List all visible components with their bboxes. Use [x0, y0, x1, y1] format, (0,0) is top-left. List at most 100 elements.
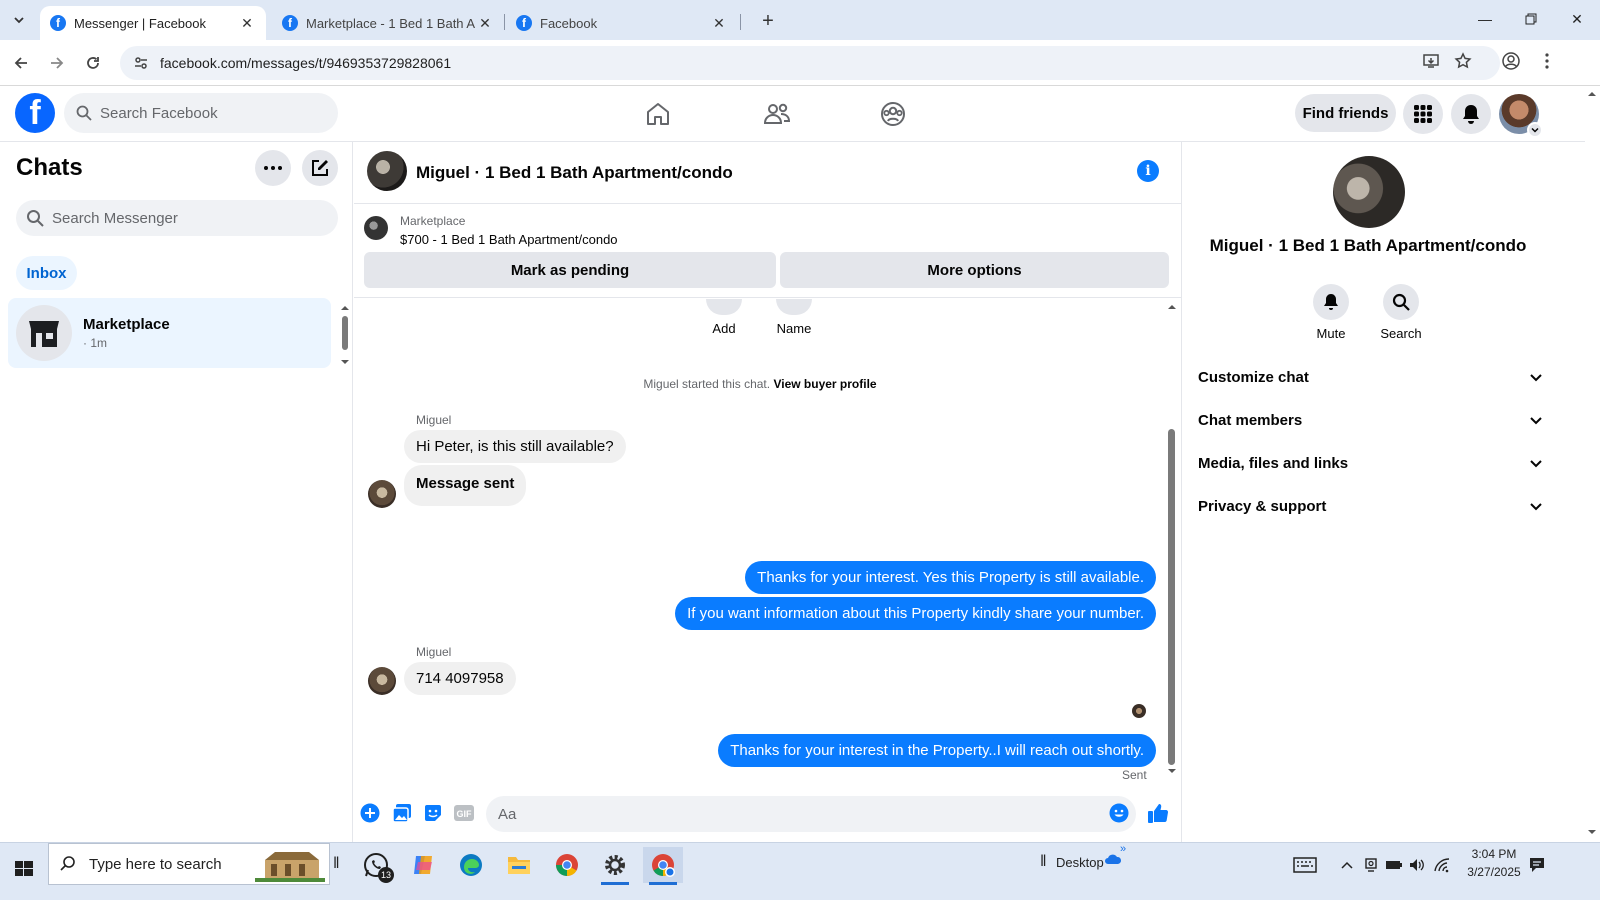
chrome-profile-taskbar-app[interactable] — [643, 847, 683, 885]
scrollbar-thumb[interactable] — [1168, 429, 1175, 765]
chat-members-section[interactable]: Chat members — [1198, 400, 1543, 440]
gif-icon[interactable]: GIF — [453, 802, 475, 824]
tab-search-dropdown[interactable] — [6, 8, 32, 32]
page-scrollbar[interactable] — [1585, 86, 1600, 842]
incoming-message[interactable]: 714 4097958 — [404, 662, 516, 695]
mark-as-pending-button[interactable]: Mark as pending — [364, 252, 776, 288]
thumbs-up-icon[interactable] — [1147, 802, 1169, 824]
clock-date[interactable]: 3/27/2025 — [1456, 865, 1532, 879]
incoming-message[interactable]: Message sent — [404, 465, 527, 506]
site-info-icon[interactable] — [124, 55, 158, 71]
notification-center-icon[interactable] — [1526, 855, 1548, 875]
emoji-icon[interactable] — [1108, 802, 1130, 824]
copilot-taskbar-app[interactable] — [403, 847, 443, 883]
messenger-search-input[interactable]: Search Messenger — [16, 200, 338, 236]
omnibox[interactable]: facebook.com/messages/t/9469353729828061 — [120, 46, 1500, 80]
home-nav[interactable] — [638, 94, 678, 134]
bookmark-star-icon[interactable] — [1450, 48, 1476, 74]
view-buyer-profile-link[interactable]: View buyer profile — [773, 377, 876, 391]
find-friends-button[interactable]: Find friends — [1295, 94, 1396, 132]
toolbar-expand-icon[interactable]: » — [1120, 843, 1126, 855]
meet-now-icon[interactable] — [1361, 855, 1381, 875]
search-label: Search — [1380, 326, 1422, 341]
conversation-info-panel: Miguel · 1 Bed 1 Bath Apartment/condo Mu… — [1183, 142, 1585, 842]
groups-nav[interactable] — [873, 94, 913, 134]
notifications-button[interactable] — [1451, 94, 1491, 134]
windows-start-button[interactable] — [10, 855, 40, 885]
file-explorer-taskbar-app[interactable] — [499, 847, 539, 883]
chat-list-scrollbar[interactable] — [340, 302, 350, 368]
forward-button[interactable] — [42, 48, 72, 78]
battery-icon[interactable] — [1384, 855, 1404, 875]
sender-avatar[interactable] — [368, 667, 396, 695]
incoming-message[interactable]: Hi Peter, is this still available? — [404, 430, 626, 463]
profile-icon[interactable] — [1498, 48, 1524, 74]
photo-icon[interactable] — [391, 802, 413, 824]
restore-button[interactable] — [1508, 0, 1554, 38]
section-label: Customize chat — [1198, 368, 1309, 386]
messenger-search-placeholder: Search Messenger — [52, 209, 178, 227]
reload-button[interactable] — [78, 48, 108, 78]
back-button[interactable] — [6, 48, 36, 78]
search-icon — [1383, 284, 1419, 320]
more-options-button[interactable]: More options — [780, 252, 1169, 288]
sender-avatar[interactable] — [368, 480, 396, 508]
conversation-title[interactable]: Miguel · 1 Bed 1 Bath Apartment/condo — [416, 163, 733, 183]
minimize-button[interactable]: — — [1462, 0, 1508, 38]
search-in-chat-action[interactable]: Search — [1371, 284, 1431, 341]
thread-scrollbar[interactable] — [1166, 299, 1178, 775]
close-tab-icon[interactable]: ✕ — [476, 14, 494, 32]
account-avatar[interactable] — [1499, 94, 1543, 138]
facebook-favicon-icon: f — [282, 15, 298, 31]
wifi-icon[interactable] — [1432, 855, 1452, 875]
outgoing-message[interactable]: Thanks for your interest. Yes this Prope… — [745, 561, 1156, 594]
chat-list-item[interactable]: Marketplace · 1m — [8, 298, 331, 368]
volume-icon[interactable] — [1407, 855, 1427, 875]
settings-taskbar-app[interactable] — [595, 847, 635, 885]
chrome-taskbar-app[interactable] — [547, 847, 587, 883]
whatsapp-taskbar-app[interactable]: 13 — [356, 847, 396, 883]
outgoing-message[interactable]: Thanks for your interest in the Property… — [718, 734, 1156, 767]
mute-action[interactable]: Mute — [1301, 284, 1361, 341]
facebook-search-input[interactable]: Search Facebook — [64, 93, 338, 133]
sticker-icon[interactable] — [422, 802, 444, 824]
listing-thumbnail[interactable] — [364, 216, 388, 240]
listing-price-title[interactable]: $700 - 1 Bed 1 Bath Apartment/condo — [400, 232, 618, 247]
tab-separator — [740, 14, 741, 30]
facebook-logo-icon[interactable]: f — [15, 93, 55, 133]
chat-item-time: · 1m — [83, 336, 107, 350]
close-tab-icon[interactable]: ✕ — [710, 14, 728, 32]
tab-messenger[interactable]: f Messenger | Facebook ✕ — [40, 6, 266, 40]
add-action[interactable]: Add — [694, 299, 754, 336]
chat-options-button[interactable] — [255, 150, 291, 186]
taskbar-search-box[interactable]: Type here to search — [48, 843, 330, 885]
conversation-large-avatar[interactable] — [1333, 156, 1405, 228]
browser-menu-icon[interactable] — [1534, 48, 1560, 74]
plus-circle-icon[interactable] — [359, 802, 381, 824]
close-tab-icon[interactable]: ✕ — [238, 14, 256, 32]
new-tab-button[interactable]: + — [756, 9, 780, 33]
clock-time[interactable]: 3:04 PM — [1462, 847, 1526, 861]
inbox-filter-tab[interactable]: Inbox — [16, 256, 77, 290]
tab-marketplace[interactable]: f Marketplace - 1 Bed 1 Bath Apa ✕ — [272, 6, 504, 40]
close-window-button[interactable]: ✕ — [1554, 0, 1600, 38]
keyboard-icon[interactable] — [1292, 855, 1318, 875]
conversation-avatar[interactable] — [367, 151, 407, 191]
scrollbar-thumb[interactable] — [342, 316, 348, 350]
privacy-support-section[interactable]: Privacy & support — [1198, 486, 1543, 526]
chevron-up-icon[interactable] — [1337, 855, 1357, 875]
outgoing-message[interactable]: If you want information about this Prope… — [675, 597, 1156, 630]
name-action[interactable]: Name — [764, 299, 824, 336]
edge-taskbar-app[interactable] — [451, 847, 491, 883]
friends-nav[interactable] — [757, 94, 797, 134]
arrow-right-icon — [51, 57, 64, 69]
info-icon[interactable]: i — [1137, 160, 1159, 182]
menu-button[interactable] — [1403, 94, 1443, 134]
install-app-icon[interactable] — [1418, 48, 1444, 74]
customize-chat-section[interactable]: Customize chat — [1198, 357, 1543, 397]
desktop-toolbar-label[interactable]: Desktop — [1056, 855, 1104, 870]
new-message-button[interactable] — [302, 150, 338, 186]
tab-facebook[interactable]: f Facebook ✕ — [506, 6, 738, 40]
message-input[interactable]: Aa — [486, 796, 1136, 832]
media-files-links-section[interactable]: Media, files and links — [1198, 443, 1543, 483]
